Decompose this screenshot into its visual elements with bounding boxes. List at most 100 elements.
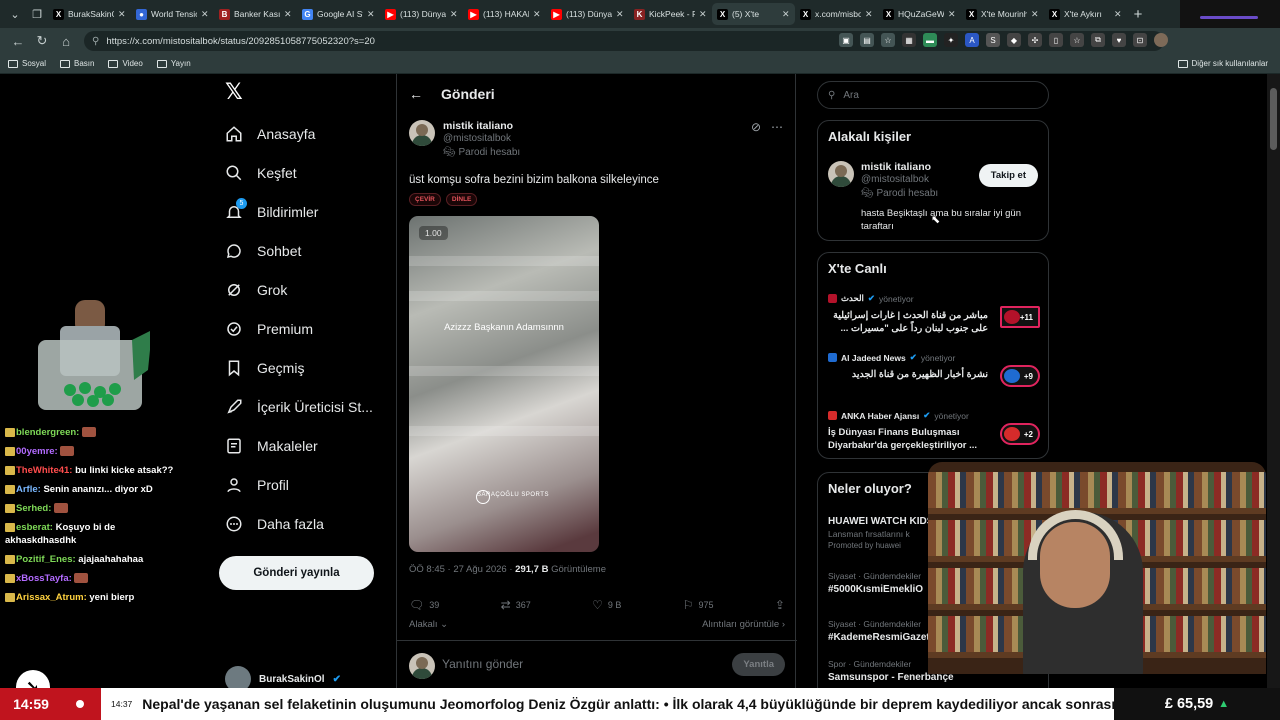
translate-icon[interactable]: A: [965, 33, 979, 47]
sort-dropdown[interactable]: Alakalı ⌄: [409, 619, 448, 630]
author-name[interactable]: mistik italiano: [443, 120, 520, 132]
extension-c-icon[interactable]: ✦: [944, 33, 958, 47]
browser-tab[interactable]: X BurakSakinOl ✕: [48, 3, 131, 25]
browser-tab[interactable]: X X'te Mourinh ✕: [961, 3, 1044, 25]
trend-item[interactable]: Siyaset · Gündemdekiler #KademeResmiGazet: [828, 619, 930, 643]
back-arrow-icon[interactable]: ←: [409, 86, 423, 102]
like-action[interactable]: ♡ 9 B: [592, 598, 621, 612]
tab-close-icon[interactable]: ✕: [948, 9, 956, 20]
bookmark-action[interactable]: ⚐ 975: [683, 598, 714, 612]
nav-articles[interactable]: Makaleler: [225, 434, 318, 458]
playback-speed[interactable]: 1.00: [419, 226, 448, 240]
chat-username[interactable]: Pozitif_Enes:: [16, 554, 76, 565]
chat-username[interactable]: xBossTayfa:: [16, 573, 72, 584]
reply-action[interactable]: 🗨︎ 39: [409, 598, 439, 612]
more-options-icon[interactable]: ⋯: [771, 120, 783, 134]
extension-a-icon[interactable]: ▦: [902, 33, 916, 47]
extensions-puzzle-icon[interactable]: ✣: [1028, 33, 1042, 47]
related-user[interactable]: mistik italiano @mistositalbok 🎭︎ Parodi…: [861, 161, 938, 199]
nav-explore[interactable]: Keşfet: [225, 161, 297, 185]
nav-history[interactable]: Geçmiş: [225, 356, 304, 380]
sidebar-toggle-icon[interactable]: ▯: [1049, 33, 1063, 47]
profile-avatar[interactable]: [1154, 33, 1168, 47]
chat-username[interactable]: TheWhite41:: [16, 465, 72, 476]
author-avatar[interactable]: [409, 120, 435, 146]
collapse-arrow-button[interactable]: ➘: [16, 670, 50, 688]
live-listeners-pill[interactable]: +2: [1000, 423, 1040, 445]
reply-input[interactable]: Yanıtını gönder: [442, 657, 523, 671]
new-tab-button[interactable]: +: [1127, 6, 1149, 23]
tab-close-icon[interactable]: ✕: [367, 9, 375, 20]
post-timestamp[interactable]: ÖÖ 8:45 · 27 Ağu 2026 ·: [409, 564, 513, 575]
site-info-icon[interactable]: ⚲: [92, 36, 99, 47]
tab-close-icon[interactable]: ✕: [1114, 9, 1122, 20]
post-video[interactable]: 1.00 Azizzz Başkanın Adamsınnn SARAÇOĞLU…: [409, 216, 599, 552]
tab-close-icon[interactable]: ✕: [201, 9, 209, 20]
chat-username[interactable]: Serhed:: [16, 503, 51, 514]
nav-grok[interactable]: Grok: [225, 278, 287, 302]
bookmark-folder[interactable]: Sosyal: [8, 59, 46, 68]
browser-tab[interactable]: ● World Tension ✕: [131, 3, 214, 25]
browser-tab[interactable]: B Banker Kasım ✕: [214, 3, 297, 25]
reply-button[interactable]: Yanıtla: [732, 653, 785, 676]
tab-close-icon[interactable]: ✕: [865, 9, 873, 20]
follow-button[interactable]: Takip et: [978, 164, 1038, 187]
nav-creator-studio[interactable]: İçerik Üreticisi St...: [225, 395, 373, 419]
browser-tab[interactable]: Xx.com/misbo ✕: [795, 3, 878, 25]
page-scrollbar[interactable]: [1267, 74, 1280, 688]
chat-username[interactable]: blendergreen:: [16, 427, 79, 438]
tab-close-icon[interactable]: ✕: [699, 9, 707, 20]
reader-icon[interactable]: ▤: [860, 33, 874, 47]
x-logo-icon[interactable]: 𝕏: [225, 80, 251, 106]
browser-tab[interactable]: X X'te Aykırı ✕: [1044, 3, 1127, 25]
other-bookmarks[interactable]: Diğer sık kullanılanlar: [1177, 59, 1268, 68]
live-listeners-pill[interactable]: +9: [1000, 365, 1040, 387]
nav-premium[interactable]: Premium: [225, 317, 313, 341]
browser-tab[interactable]: G Google AI Stu ✕: [297, 3, 380, 25]
browser-tab[interactable]: ▶ (113) Dünya ✕: [380, 3, 463, 25]
repost-action[interactable]: ⇄ 367: [501, 598, 531, 612]
chat-username[interactable]: 00yemre:: [16, 446, 58, 457]
share-action[interactable]: ⇪: [775, 598, 785, 612]
chat-username[interactable]: esberat:: [16, 522, 53, 533]
search-input[interactable]: ⚲ Ara: [817, 81, 1049, 109]
browser-tab[interactable]: X HQuZaGeW ✕: [878, 3, 961, 25]
tab-list-dropdown-icon[interactable]: ⌄: [4, 3, 26, 25]
live-item[interactable]: ANKA Haber Ajansı ✔ yönetiyor İş Dünyası F…: [828, 410, 1040, 452]
reload-icon[interactable]: ↻: [30, 33, 54, 49]
browser-tab[interactable]: ▶ (113) Dünya ✕: [546, 3, 629, 25]
author-handle[interactable]: @mistositalbok: [443, 133, 520, 144]
extension-b-icon[interactable]: ▬: [923, 33, 937, 47]
trend-item[interactable]: Siyaset · Gündemdekiler #5000KısmiEmekliO: [828, 571, 923, 595]
related-avatar[interactable]: [828, 161, 854, 187]
back-icon[interactable]: ←: [6, 34, 30, 49]
post-button[interactable]: Gönderi yayınla: [219, 556, 374, 590]
tab-close-icon[interactable]: ✕: [284, 9, 292, 20]
translate-chip[interactable]: ÇEVİR: [409, 193, 441, 206]
workspaces-icon[interactable]: ❐: [26, 3, 48, 25]
tab-close-icon[interactable]: ✕: [616, 9, 624, 20]
nav-notifications[interactable]: 5 Bildirimler: [225, 198, 318, 224]
bookmark-folder[interactable]: Video: [108, 59, 143, 68]
favorite-star-icon[interactable]: ☆: [881, 33, 895, 47]
copilot-icon[interactable]: ♥: [1112, 33, 1126, 47]
live-item[interactable]: Al Jadeed News ✔ yönetiyor نشرة أخبار الظه…: [828, 352, 1040, 387]
browser-tab[interactable]: K KickPeek - R ✕: [629, 3, 712, 25]
chat-username[interactable]: Arfle:: [16, 484, 41, 495]
bookmark-folder[interactable]: Yayın: [156, 59, 191, 68]
tab-close-icon[interactable]: ✕: [533, 9, 541, 20]
trend-item[interactable]: HUAWEI WATCH KIDS Lansman fırsatlarını k P…: [828, 513, 933, 550]
browser-tab[interactable]: ▶ (113) HAKAN ✕: [463, 3, 546, 25]
nav-home[interactable]: Anasayfa: [225, 122, 315, 146]
tab-close-icon[interactable]: ✕: [782, 9, 790, 20]
browser-tab[interactable]: X (5) X'te ✕: [712, 3, 795, 25]
listen-chip[interactable]: DİNLE: [445, 193, 478, 206]
screenshot-icon[interactable]: ⊡: [1133, 33, 1147, 47]
tab-close-icon[interactable]: ✕: [1031, 9, 1039, 20]
view-quotes-link[interactable]: Alıntıları görüntüle ›: [702, 619, 785, 630]
live-item[interactable]: الحدث ✔ yönetiyor مباشر من قناة الحدث | غا…: [828, 293, 1040, 335]
favorites-icon[interactable]: ☆: [1070, 33, 1084, 47]
nav-more[interactable]: Daha fazla: [225, 512, 324, 536]
nav-profile[interactable]: Profil: [225, 473, 289, 497]
post-author[interactable]: mistik italiano @mistositalbok 🎭︎ Parodi…: [409, 120, 520, 158]
